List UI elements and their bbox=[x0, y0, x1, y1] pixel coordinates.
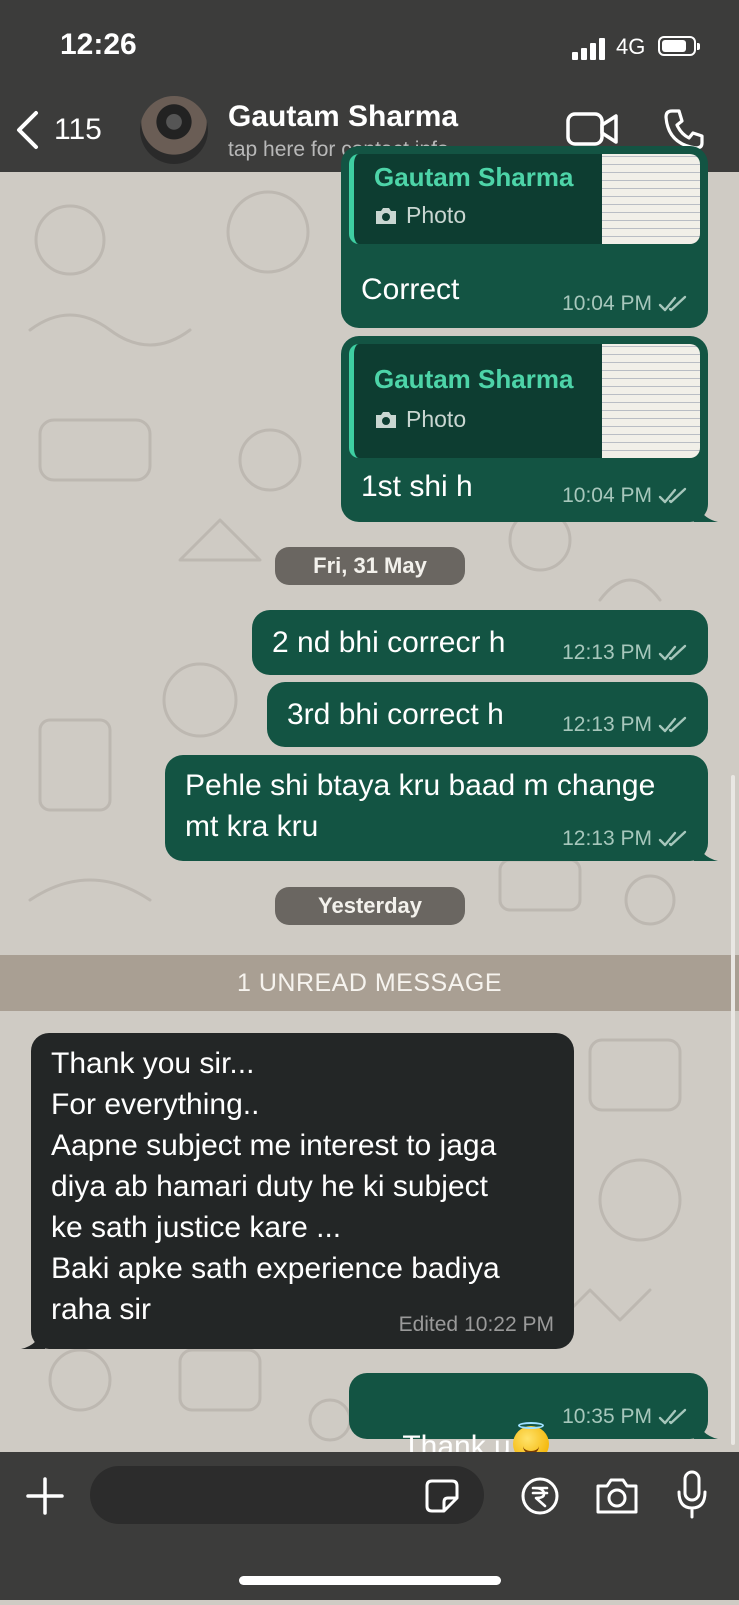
unread-messages-banner: 1 UNREAD MESSAGE bbox=[0, 955, 739, 1011]
network-type: 4G bbox=[616, 34, 646, 59]
message-time: 10:04 PM bbox=[562, 292, 652, 315]
avatar[interactable] bbox=[140, 96, 208, 164]
bubble-tail bbox=[694, 837, 718, 861]
message-meta: 10:04 PM bbox=[562, 484, 688, 508]
camera-small-icon bbox=[376, 207, 396, 224]
battery-icon bbox=[658, 36, 700, 56]
message-bubble-outgoing[interactable]: 2 nd bhi correcr h 12:13 PM bbox=[252, 610, 708, 675]
camera-icon[interactable] bbox=[594, 1476, 640, 1516]
edited-label: Edited bbox=[398, 1313, 459, 1336]
message-time: 12:13 PM bbox=[562, 641, 652, 664]
quoted-thumbnail bbox=[602, 154, 700, 244]
double-check-icon bbox=[658, 830, 687, 847]
back-button[interactable]: 115 bbox=[14, 108, 124, 152]
quoted-type-label: Photo bbox=[406, 202, 467, 228]
message-text: 3rd bhi correct h bbox=[287, 698, 504, 731]
double-check-icon bbox=[658, 487, 687, 504]
message-meta: Edited 10:22 PM bbox=[399, 1313, 554, 1337]
microphone-icon[interactable] bbox=[676, 1470, 708, 1520]
status-time: 12:26 bbox=[60, 28, 137, 61]
message-bubble-outgoing[interactable]: Gautam Sharma Photo 1st shi h 10:04 PM bbox=[341, 336, 718, 522]
message-meta: 10:35 PM bbox=[562, 1405, 688, 1429]
home-indicator bbox=[239, 1576, 501, 1585]
message-time: 12:13 PM bbox=[562, 713, 652, 736]
message-time: 10:04 PM bbox=[562, 484, 652, 507]
unread-chats-count: 115 bbox=[54, 113, 102, 146]
message-meta: 12:13 PM bbox=[562, 713, 688, 737]
plus-icon[interactable] bbox=[26, 1477, 64, 1515]
message-time: 10:35 PM bbox=[562, 1405, 652, 1428]
message-bubble-outgoing[interactable]: 3rd bhi correct h 12:13 PM bbox=[267, 682, 708, 747]
quoted-type-label: Photo bbox=[406, 406, 467, 432]
video-call-icon[interactable] bbox=[566, 110, 618, 148]
chevron-left-icon bbox=[17, 111, 38, 149]
message-text: 2 nd bhi correcr h bbox=[272, 626, 506, 659]
quoted-type: Photo bbox=[374, 202, 466, 229]
quoted-sender: Gautam Sharma bbox=[374, 364, 574, 394]
message-text: Correct bbox=[361, 273, 460, 306]
message-meta: 12:13 PM bbox=[562, 641, 688, 665]
quoted-thumbnail bbox=[602, 344, 700, 458]
contact-name: Gautam Sharma bbox=[228, 100, 459, 133]
message-bubble-outgoing[interactable]: Gautam Sharma Photo Correct 10:04 PM bbox=[341, 146, 708, 328]
quoted-photo[interactable]: Gautam Sharma Photo bbox=[349, 344, 700, 458]
date-separator: Fri, 31 May bbox=[275, 547, 465, 585]
quoted-type: Photo bbox=[374, 406, 466, 433]
bubble-tail bbox=[694, 1415, 718, 1439]
message-text: Thank you sir... For everything.. Aapne … bbox=[51, 1047, 500, 1326]
message-time: 10:22 PM bbox=[464, 1313, 554, 1336]
phone-call-icon[interactable] bbox=[664, 108, 704, 150]
message-text: 1st shi h bbox=[361, 470, 473, 503]
payment-rupee-icon[interactable] bbox=[520, 1476, 560, 1516]
double-check-icon bbox=[658, 1408, 687, 1425]
sticker-icon[interactable] bbox=[424, 1478, 460, 1514]
message-bubble-outgoing[interactable]: Thank u 10:35 PM bbox=[349, 1373, 718, 1463]
double-check-icon bbox=[658, 295, 687, 312]
double-check-icon bbox=[658, 716, 687, 733]
message-bubble-outgoing[interactable]: Pehle shi btaya kru baad m change mt kra… bbox=[165, 755, 718, 861]
message-bubble-incoming[interactable]: Thank you sir... For everything.. Aapne … bbox=[21, 1033, 574, 1349]
date-separator: Yesterday bbox=[275, 887, 465, 925]
quoted-photo[interactable]: Gautam Sharma Photo bbox=[349, 154, 700, 244]
scrollbar[interactable] bbox=[731, 775, 735, 1445]
quoted-sender: Gautam Sharma bbox=[374, 162, 574, 192]
message-time: 12:13 PM bbox=[562, 827, 652, 850]
bubble-tail bbox=[694, 498, 718, 522]
message-meta: 12:13 PM bbox=[562, 827, 688, 851]
signal-icon bbox=[572, 38, 605, 60]
message-meta: 10:04 PM bbox=[562, 292, 688, 316]
double-check-icon bbox=[658, 644, 687, 661]
camera-small-icon bbox=[376, 411, 396, 428]
bubble-tail bbox=[21, 1325, 45, 1349]
